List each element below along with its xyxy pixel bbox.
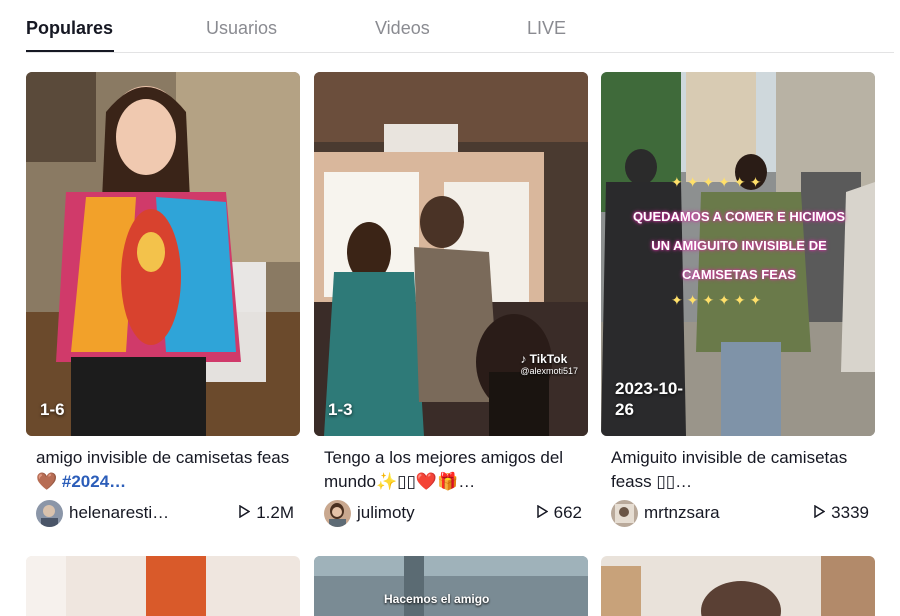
- sparkle-decoration: ✦✦✦✦✦✦: [671, 292, 766, 308]
- play-icon: [536, 505, 548, 518]
- video-meta: julimoty 662: [324, 500, 582, 528]
- avatar[interactable]: [324, 500, 351, 527]
- tiktok-logo-icon: ♪: [520, 352, 527, 366]
- tiktok-watermark: ♪ TikTok @alexmoti517: [520, 352, 578, 376]
- watermark-user: @alexmoti517: [520, 366, 578, 376]
- sparkle-decoration: ✦✦✦✦✦✦: [671, 174, 766, 190]
- video-overlay-text: QUEDAMOS A COMER E HICIMOS UN AMIGUITO I…: [632, 209, 846, 282]
- tab-usuarios[interactable]: Usuarios: [206, 18, 277, 39]
- video-caption[interactable]: amigo invisible de camisetas feas🤎 #2024…: [36, 446, 294, 494]
- view-count: 1.2M: [239, 503, 294, 523]
- video-thumbnail[interactable]: [601, 556, 875, 616]
- view-count-value: 1.2M: [256, 503, 294, 522]
- video-meta: helenaresti… 1.2M: [36, 500, 294, 528]
- hashtag-link[interactable]: #2024…: [62, 472, 126, 491]
- post-date: 2023-10- 26: [615, 378, 683, 420]
- username[interactable]: helenaresti…: [69, 503, 169, 523]
- video-thumbnail[interactable]: Hacemos el amigo: [314, 556, 588, 616]
- slideshow-count: 1-3: [328, 400, 353, 419]
- view-count: 3339: [814, 503, 869, 523]
- video-caption[interactable]: Tengo a los mejores amigos del mundo✨▯▯❤…: [324, 446, 582, 494]
- post-date-line-2: 26: [615, 400, 634, 419]
- video-card[interactable]: ✦✦✦✦✦✦ QUEDAMOS A COMER E HICIMOS UN AMI…: [601, 72, 875, 527]
- view-count: 662: [536, 503, 582, 523]
- video-card[interactable]: ♪ TikTok @alexmoti517 1-3 Tengo a los me…: [314, 72, 588, 527]
- avatar[interactable]: [611, 500, 638, 527]
- video-thumbnail[interactable]: [26, 556, 300, 616]
- play-icon: [239, 505, 251, 518]
- search-tabs: Populares Usuarios Videos LIVE: [26, 0, 894, 53]
- view-count-value: 3339: [831, 503, 869, 522]
- video-thumbnail[interactable]: ♪ TikTok @alexmoti517 1-3: [314, 72, 588, 436]
- view-count-value: 662: [553, 503, 582, 522]
- username[interactable]: mrtnzsara: [644, 503, 720, 523]
- video-thumbnail[interactable]: 1-6: [26, 72, 300, 436]
- video-card[interactable]: 1-6 amigo invisible de camisetas feas🤎 #…: [26, 72, 300, 527]
- play-icon: [814, 505, 826, 518]
- tab-populares[interactable]: Populares: [26, 18, 113, 39]
- post-date-line-1: 2023-10-: [615, 379, 684, 398]
- video-overlay-text: Hacemos el amigo: [384, 592, 490, 606]
- video-caption[interactable]: Amiguito invisible de camisetas feass ▯▯…: [611, 446, 869, 494]
- active-tab-indicator: [26, 50, 114, 52]
- tab-videos[interactable]: Videos: [375, 18, 430, 39]
- tab-live[interactable]: LIVE: [527, 18, 566, 39]
- avatar[interactable]: [36, 500, 63, 527]
- watermark-brand: TikTok: [529, 352, 568, 366]
- slideshow-count: 1-6: [40, 400, 65, 419]
- username[interactable]: julimoty: [357, 503, 415, 523]
- video-meta: mrtnzsara 3339: [611, 500, 869, 528]
- video-thumbnail[interactable]: ✦✦✦✦✦✦ QUEDAMOS A COMER E HICIMOS UN AMI…: [601, 72, 875, 436]
- caption-text: Tengo a los mejores amigos del mundo✨▯▯❤…: [324, 448, 564, 491]
- caption-text: Amiguito invisible de camisetas feass ▯▯…: [611, 448, 848, 491]
